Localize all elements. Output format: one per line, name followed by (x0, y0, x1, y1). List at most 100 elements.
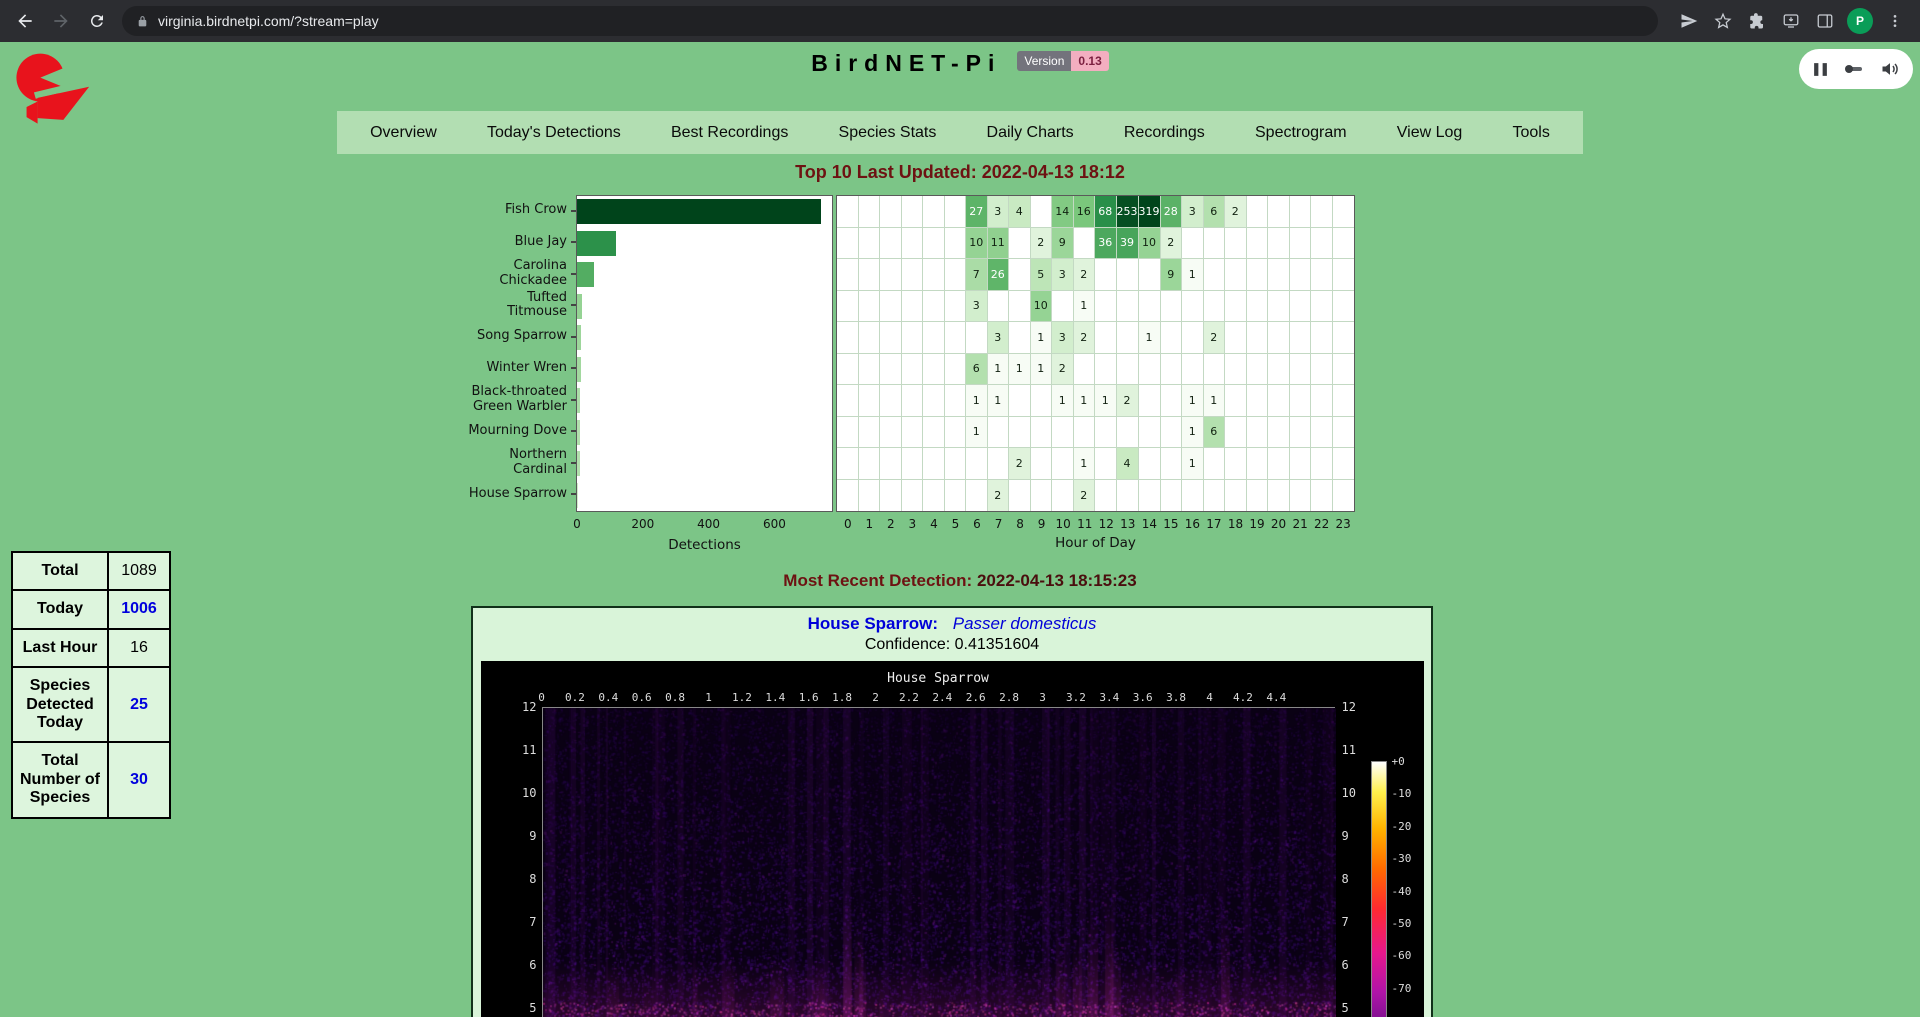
profile-avatar[interactable]: P (1847, 8, 1873, 34)
heatmap-cell: 1 (1095, 385, 1117, 417)
nav-item-today-s-detections[interactable]: Today's Detections (481, 120, 627, 146)
heatmap-cell (1139, 385, 1161, 417)
species-label: Song Sparrow (477, 329, 567, 344)
heatmap-cell: 2 (1074, 322, 1096, 354)
back-button[interactable] (10, 6, 40, 36)
stats-value-link[interactable]: 1006 (108, 590, 170, 628)
extensions-button[interactable] (1742, 6, 1772, 36)
heatmap-cell: 1 (1182, 448, 1204, 480)
nav-item-spectrogram[interactable]: Spectrogram (1249, 120, 1353, 146)
heatmap-cell (1161, 354, 1183, 386)
masthead: BirdNET-PiVersion0.13 (0, 50, 1920, 77)
seek-thumb[interactable] (1847, 67, 1862, 71)
spectrogram-x-ticks: 00.20.40.60.811.21.41.61.822.22.42.62.83… (481, 691, 1424, 704)
heatmap-cell: 2 (1225, 196, 1247, 228)
heatmap-cell (1074, 417, 1096, 449)
spectrogram-x-tick: 2.2 (899, 691, 919, 704)
spectrogram-y-tick: 10 (1342, 786, 1374, 800)
heatmap-cell (1031, 196, 1053, 228)
heatmap-cell (1268, 354, 1290, 386)
heatmap-cell: 1 (966, 385, 988, 417)
heatmap-cell: 2 (1009, 448, 1031, 480)
heatmap-cell (1311, 291, 1333, 323)
heatmap-cell (1333, 259, 1355, 291)
heatmap-cell (837, 228, 859, 260)
nav-item-best-recordings[interactable]: Best Recordings (665, 120, 794, 146)
heatmap-cell: 1 (1031, 354, 1053, 386)
nav-item-overview[interactable]: Overview (364, 120, 443, 146)
install-app-button[interactable] (1776, 6, 1806, 36)
version-value: 0.13 (1071, 51, 1108, 71)
heatmap-cell (1117, 259, 1139, 291)
heatmap-cell (1290, 385, 1312, 417)
heatmap-cell (923, 417, 945, 449)
heatmap-x-tick: 14 (1142, 517, 1157, 531)
reload-button[interactable] (82, 6, 112, 36)
heatmap-cell: 2 (1052, 354, 1074, 386)
spectrogram-x-tick: 0.2 (565, 691, 585, 704)
stats-value: 16 (108, 629, 170, 667)
volume-icon[interactable] (1880, 59, 1900, 79)
stats-value-link[interactable]: 30 (108, 742, 170, 817)
heatmap-cell (880, 480, 902, 512)
nav-item-recordings[interactable]: Recordings (1118, 120, 1211, 146)
heatmap-cell (880, 228, 902, 260)
heatmap-cell (859, 259, 881, 291)
heatmap-cell: 2 (1161, 228, 1183, 260)
heatmap-cell (1311, 354, 1333, 386)
heatmap-x-tick: 10 (1056, 517, 1071, 531)
heatmap-cell: 1 (1009, 354, 1031, 386)
heatmap-cell: 3 (1052, 322, 1074, 354)
stats-label: Today (12, 590, 108, 628)
heatmap-cell: 1 (1074, 385, 1096, 417)
spectrogram-x-tick: 1.4 (765, 691, 785, 704)
species-label-row: Carolina Chickadee (340, 258, 576, 290)
heatmap-cell (859, 228, 881, 260)
stats-value-link[interactable]: 25 (108, 667, 170, 742)
species-label-row: House Sparrow (340, 479, 576, 511)
spectrogram-y-tick: 5 (1342, 1001, 1374, 1015)
nav-item-species-stats[interactable]: Species Stats (833, 120, 943, 146)
heatmap-cell (859, 448, 881, 480)
heatmap-cell: 39 (1117, 228, 1139, 260)
heatmap-cell (1095, 480, 1117, 512)
most-recent-label: Most Recent Detection: (783, 571, 972, 590)
reload-icon (88, 12, 106, 30)
nav-item-view-log[interactable]: View Log (1391, 120, 1469, 146)
heatmap-cell (859, 196, 881, 228)
forward-button[interactable] (46, 6, 76, 36)
browser-menu-button[interactable] (1880, 6, 1910, 36)
heatmap-cell (1117, 417, 1139, 449)
heatmap-cell (1052, 417, 1074, 449)
bookmark-star-icon (1714, 12, 1732, 30)
detection-species-link[interactable]: House Sparrow: (808, 614, 938, 633)
heatmap-cell (1247, 291, 1269, 323)
heatmap-x-tick: 17 (1206, 517, 1221, 531)
version-badge: Version0.13 (1017, 51, 1108, 71)
pause-icon[interactable] (1812, 61, 1829, 78)
heatmap-cell (1247, 385, 1269, 417)
spectrogram-x-tick: 3 (1039, 691, 1046, 704)
address-bar[interactable]: virginia.birdnetpi.com/?stream=play (122, 6, 1658, 36)
nav-item-tools[interactable]: Tools (1507, 120, 1556, 146)
side-panel-button[interactable] (1810, 6, 1840, 36)
heatmap-cell (1311, 480, 1333, 512)
heatmap-cell (902, 259, 924, 291)
heatmap-cell: 5 (1031, 259, 1053, 291)
heatmap-cell (923, 385, 945, 417)
heatmap-cell (859, 385, 881, 417)
nav-item-daily-charts[interactable]: Daily Charts (981, 120, 1080, 146)
heatmap-cell (1333, 228, 1355, 260)
bar-x-tick: 400 (697, 517, 720, 531)
heatmap-cell (1290, 259, 1312, 291)
birdnetpi-page: BirdNET-PiVersion0.13 Overview Today's De… (0, 42, 1920, 1017)
send-button[interactable] (1674, 6, 1704, 36)
heatmap-cell (1290, 228, 1312, 260)
heatmap-cell (1290, 480, 1312, 512)
heatmap-cell: 9 (1052, 228, 1074, 260)
audio-player[interactable] (1799, 49, 1913, 89)
species-label-row: Song Sparrow (340, 321, 576, 353)
heatmap-cell (1095, 322, 1117, 354)
heatmap-cell (880, 196, 902, 228)
bookmark-button[interactable] (1708, 6, 1738, 36)
